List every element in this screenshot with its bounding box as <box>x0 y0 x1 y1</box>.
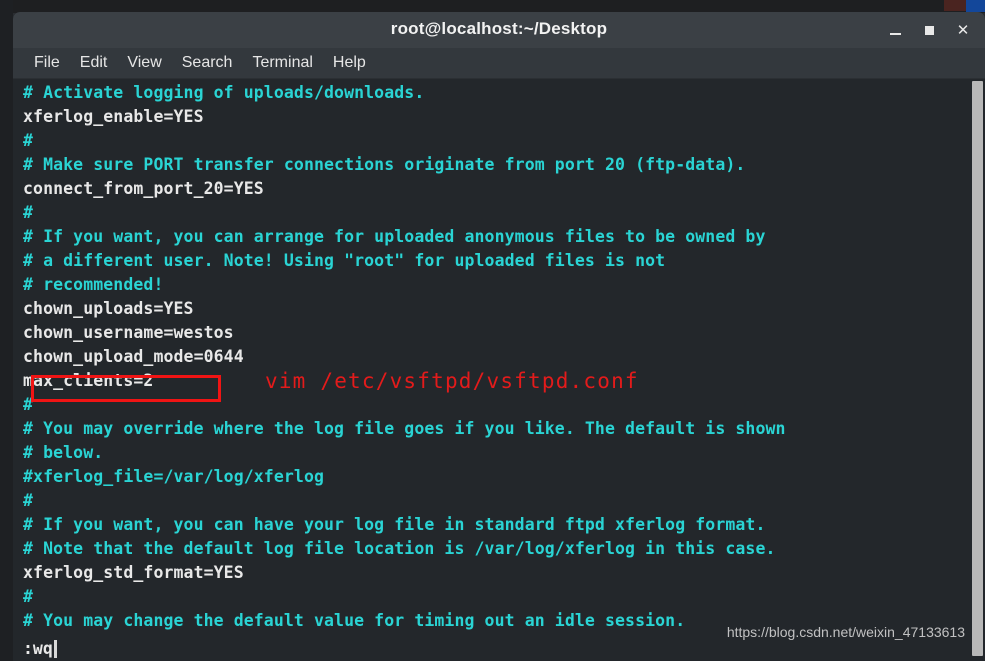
menubar: File Edit View Search Terminal Help <box>13 48 985 79</box>
highlighted-setting-row: max_clients=2 vim /etc/vsftpd/vsftpd.con… <box>23 369 967 402</box>
terminal-line: xferlog_std_format=YES <box>23 563 244 582</box>
window-controls: ✕ <box>887 12 977 48</box>
terminal-line: # below. <box>23 443 104 462</box>
maximize-icon <box>924 25 934 35</box>
maximize-button[interactable] <box>921 22 937 38</box>
menu-item-view[interactable]: View <box>117 52 171 74</box>
screen: root@localhost:~/Desktop ✕ File Edit Vie… <box>0 0 985 661</box>
terminal-line: chown_upload_mode=0644 <box>23 347 244 366</box>
terminal-line: # <box>23 395 34 414</box>
terminal-window: root@localhost:~/Desktop ✕ File Edit Vie… <box>13 12 985 661</box>
terminal-line: #xferlog_file=/var/log/xferlog <box>23 467 325 486</box>
menu-item-file[interactable]: File <box>24 52 70 74</box>
annotation-command: vim /etc/vsftpd/vsftpd.conf <box>265 369 639 393</box>
terminal-line: xferlog_enable=YES <box>23 107 204 126</box>
watermark: https://blog.csdn.net/weixin_47133613 <box>726 624 965 640</box>
menu-item-search[interactable]: Search <box>172 52 243 74</box>
terminal-line: # <box>23 131 34 150</box>
desktop-accent-blue <box>966 0 985 12</box>
terminal-line: connect_from_port_20=YES <box>23 179 264 198</box>
terminal-line: # Make sure PORT transfer connections or… <box>23 155 746 174</box>
close-button[interactable]: ✕ <box>955 22 971 38</box>
window-titlebar[interactable]: root@localhost:~/Desktop ✕ <box>13 12 985 48</box>
menu-item-edit[interactable]: Edit <box>70 52 118 74</box>
desktop-accent-red <box>944 0 966 11</box>
vim-command-text: :wq <box>23 639 53 658</box>
terminal-line: # Activate logging of uploads/downloads. <box>23 83 425 102</box>
terminal-line: # If you want, you can arrange for uploa… <box>23 227 766 246</box>
desktop-background-left <box>0 0 13 661</box>
terminal-line: # <box>23 203 34 222</box>
terminal-line: chown_username=westos <box>23 323 234 342</box>
window-title: root@localhost:~/Desktop <box>390 19 608 38</box>
terminal-line: # recommended! <box>23 275 164 294</box>
terminal-line: # <box>23 587 34 606</box>
terminal-text-area: # Activate logging of uploads/downloads.… <box>23 81 967 633</box>
vim-command-line[interactable]: :wq <box>23 638 57 660</box>
scrollbar-thumb[interactable] <box>972 81 983 656</box>
minimize-button[interactable] <box>887 22 903 38</box>
menu-item-help[interactable]: Help <box>323 52 376 74</box>
terminal-line: # a different user. Note! Using "root" f… <box>23 251 666 270</box>
scrollbar-track[interactable] <box>969 79 985 661</box>
terminal-line: # Note that the default log file locatio… <box>23 539 776 558</box>
terminal-line: # You may override where the log file go… <box>23 419 786 438</box>
close-icon: ✕ <box>956 21 970 39</box>
minimize-icon <box>889 32 901 35</box>
terminal-line: chown_uploads=YES <box>23 299 194 318</box>
terminal-body[interactable]: # Activate logging of uploads/downloads.… <box>13 79 985 661</box>
text-cursor <box>53 640 57 658</box>
terminal-line: # If you want, you can have your log fil… <box>23 515 766 534</box>
menu-item-terminal[interactable]: Terminal <box>242 52 322 74</box>
terminal-line: # <box>23 491 34 510</box>
